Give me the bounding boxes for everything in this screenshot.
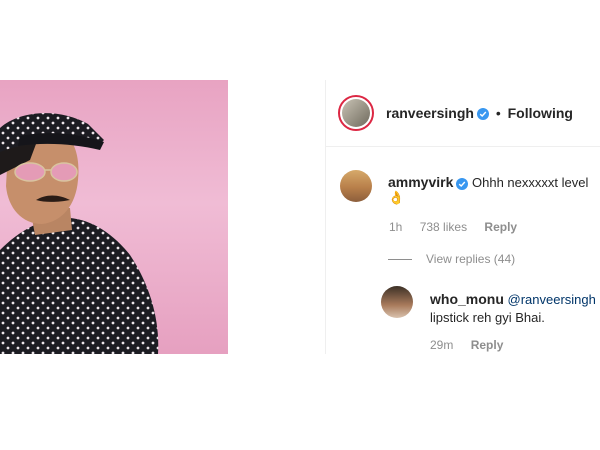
post-photo[interactable] <box>0 80 228 354</box>
comment-body: ammyvirk Ohhh nexxxxxt level <box>388 173 593 192</box>
header-text: ranveersingh • Following <box>386 105 573 121</box>
reply-button[interactable]: Reply <box>471 338 504 352</box>
verified-badge-icon <box>476 108 489 121</box>
reply-meta: 29m Reply <box>430 338 517 352</box>
view-replies-label: View replies (44) <box>426 252 516 266</box>
replies-line <box>388 259 412 261</box>
comment-time: 1h <box>389 220 403 234</box>
reply-username[interactable]: who_monu <box>430 291 504 307</box>
reply-body: who_monu @ranveersingh lipstick reh gyi … <box>430 290 600 327</box>
comment-meta: 1h 738 likes Reply <box>389 220 531 234</box>
separator-dot: • <box>495 105 501 121</box>
comment-likes[interactable]: 738 likes <box>420 220 467 234</box>
commenter-username[interactable]: ammyvirk <box>388 174 453 190</box>
comment-emoji: 👌 <box>388 190 405 205</box>
post-header: ranveersingh • Following <box>326 80 600 147</box>
reply-button[interactable]: Reply <box>484 220 517 234</box>
comment-text: Ohhh nexxxxxt level <box>472 175 589 190</box>
view-replies-button[interactable]: View replies (44) <box>388 252 515 266</box>
following-button[interactable]: Following <box>508 105 573 121</box>
reply-mention[interactable]: @ranveersingh <box>508 292 596 307</box>
reply-time: 29m <box>430 338 454 352</box>
verified-badge-icon <box>456 177 469 190</box>
author-avatar-image <box>342 99 370 127</box>
author-username[interactable]: ranveersingh <box>386 105 474 121</box>
commenter-avatar[interactable] <box>340 170 372 202</box>
reply-avatar[interactable] <box>381 286 413 318</box>
author-avatar[interactable] <box>338 95 374 131</box>
reply-text: lipstick reh gyi Bhai. <box>430 310 545 325</box>
post-photo-illustration <box>0 113 159 354</box>
